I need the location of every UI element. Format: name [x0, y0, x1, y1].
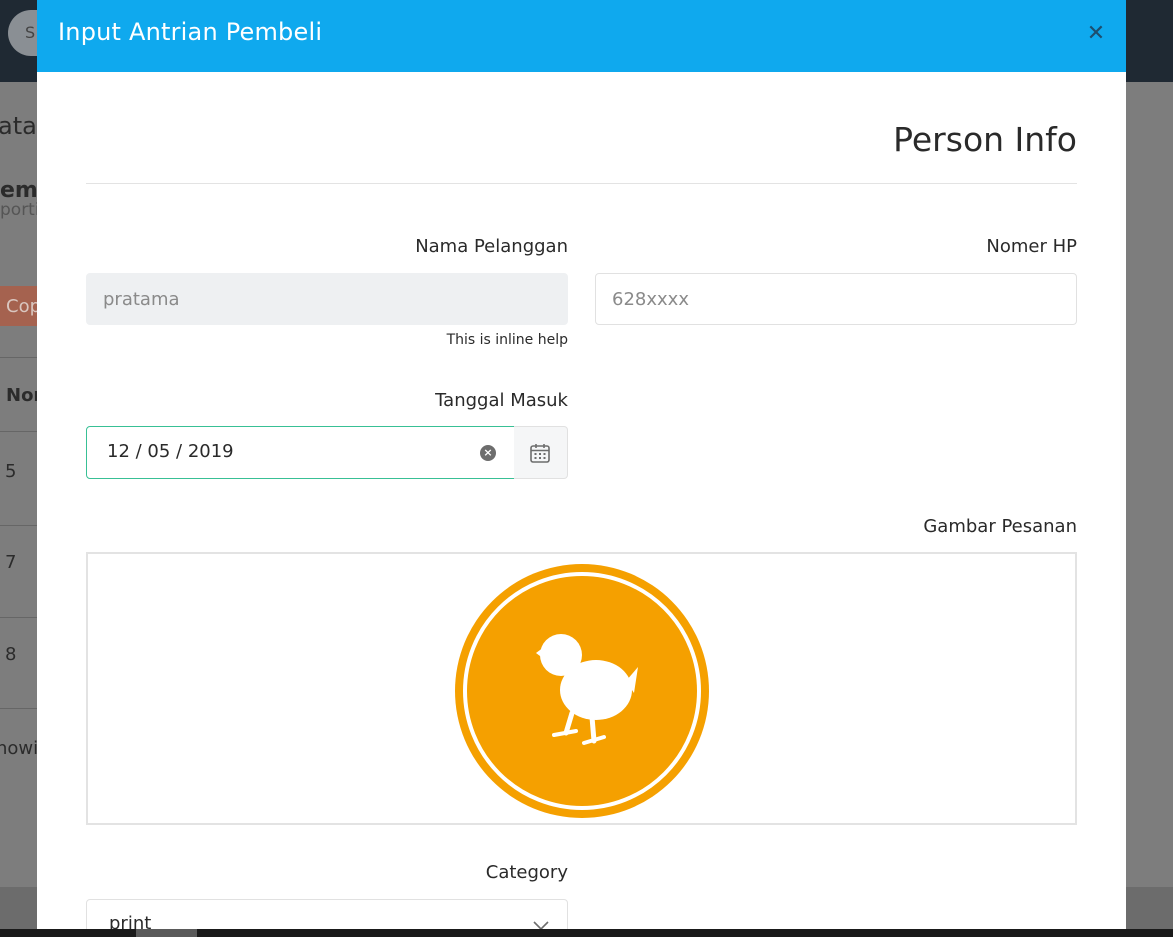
inline-help-text: This is inline help: [446, 332, 568, 348]
tanggal-masuk-value: 12 / 05 / 2019: [107, 441, 234, 462]
background-copy-label: Cop: [6, 296, 42, 317]
nama-pelanggan-input[interactable]: [86, 273, 568, 325]
background-row-cell: 7: [5, 552, 17, 573]
section-title: Person Info: [893, 120, 1077, 159]
gambar-pesanan-label: Gambar Pesanan: [923, 516, 1077, 537]
clear-icon[interactable]: ×: [480, 445, 496, 461]
category-selected-value: print: [109, 913, 152, 929]
tanggal-masuk-input[interactable]: 12 / 05 / 2019 ×: [86, 426, 515, 479]
chick-logo-icon: [455, 564, 709, 818]
background-row-cell: 8: [5, 644, 17, 665]
calendar-icon: [530, 444, 550, 463]
tanggal-masuk-group: 12 / 05 / 2019 ×: [86, 426, 568, 479]
times-icon: ✕: [1086, 21, 1106, 46]
background-divider: [0, 617, 40, 618]
close-button[interactable]: ✕: [1086, 22, 1106, 46]
section-divider: [86, 183, 1077, 184]
background-footer-text: nowi: [0, 738, 39, 759]
category-label: Category: [485, 862, 568, 883]
modal-header: Input Antrian Pembeli ✕: [37, 0, 1126, 72]
input-antrian-modal: Input Antrian Pembeli ✕ Person Info Nama…: [37, 0, 1126, 929]
modal-title: Input Antrian Pembeli: [58, 18, 323, 46]
nomer-hp-input[interactable]: [595, 273, 1077, 325]
calendar-button[interactable]: [514, 426, 568, 479]
background-row-cell: 5: [5, 461, 17, 482]
background-search-text: S: [25, 23, 36, 42]
category-select[interactable]: print: [86, 899, 568, 929]
background-subheading: porti: [0, 200, 40, 220]
background-bottom-bar: [0, 929, 1173, 937]
nomer-hp-label: Nomer HP: [986, 236, 1077, 257]
gambar-pesanan-dropzone[interactable]: [86, 552, 1077, 825]
background-divider: [0, 431, 40, 432]
background-divider: [0, 708, 40, 709]
background-divider: [0, 357, 40, 358]
nama-pelanggan-label: Nama Pelanggan: [415, 236, 568, 257]
tanggal-masuk-label: Tanggal Masuk: [435, 390, 568, 411]
background-divider: [0, 525, 40, 526]
chevron-down-icon: [533, 921, 549, 929]
